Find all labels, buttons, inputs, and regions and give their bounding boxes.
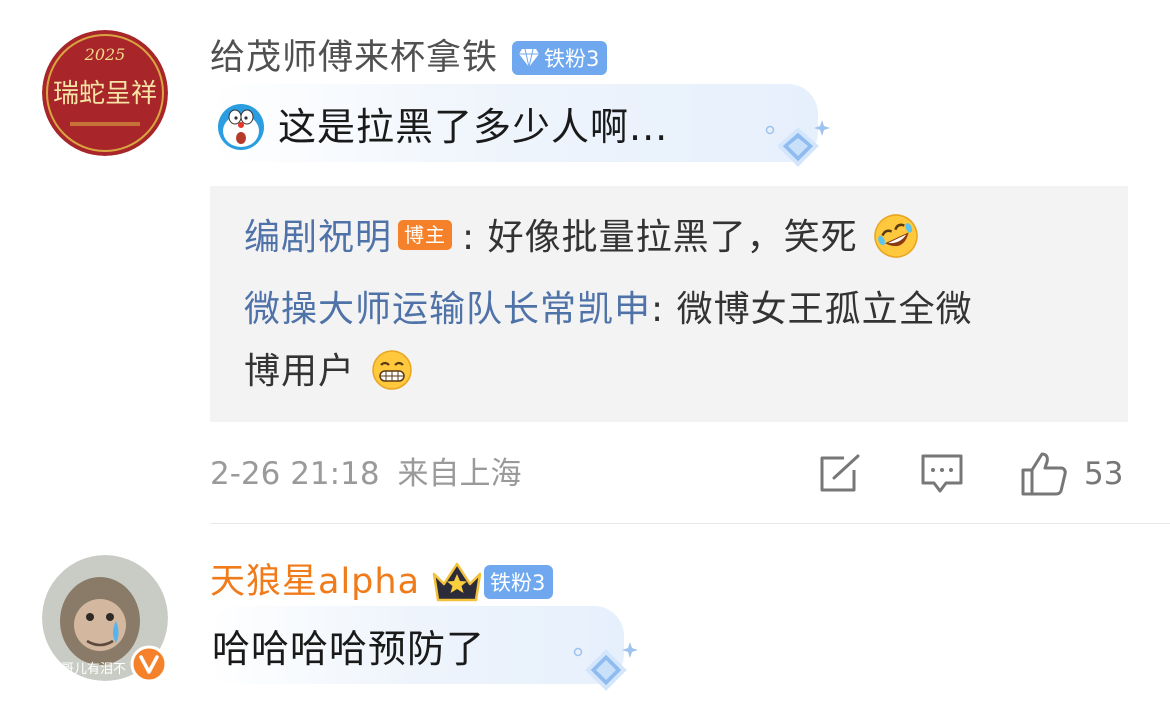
reply-text-continued: 博用户 xyxy=(244,348,413,396)
reply-username[interactable]: 编剧祝明 xyxy=(244,217,392,258)
comment-meta: 2-26 21:18 来自上海 xyxy=(210,452,540,496)
comment-icon xyxy=(921,454,963,493)
reply-separator: : xyxy=(651,289,665,330)
username[interactable]: 天狼星alpha xyxy=(210,560,420,604)
reply-box[interactable]: 编剧祝明 博主: 好像批量拉黑了，笑死 微操大师运输队长常凯申: 微博女王孤立全微… xyxy=(210,186,1128,422)
bubble-diamond-decoration-icon xyxy=(765,120,830,167)
comment-item: 2025 瑞蛇呈祥 给茂师傅来杯拿铁 铁粉3 这是拉黑了多少人啊... 编剧祝明… xyxy=(0,0,1170,524)
reply-separator: : xyxy=(462,217,476,258)
fan-badge[interactable]: 铁粉3 xyxy=(512,41,608,75)
comment-date: 2-26 21:18 xyxy=(210,456,380,492)
share-button[interactable] xyxy=(818,448,862,500)
avatar[interactable]: 2025 瑞蛇呈祥 xyxy=(42,30,168,156)
reply-username[interactable]: 微操大师运输队长常凯申 xyxy=(244,289,651,330)
reply-text: 微博女王孤立全微 xyxy=(676,289,973,330)
comment-location: 来自上海 xyxy=(397,456,522,492)
doraemon-emoji-icon xyxy=(218,104,264,150)
thumbs-up-icon xyxy=(1021,452,1067,496)
fan-badge-label: 铁粉3 xyxy=(544,47,600,71)
fan-badge[interactable]: 铁粉3 xyxy=(484,565,554,599)
svg-text:2025: 2025 xyxy=(84,45,126,64)
like-count: 53 xyxy=(1084,456,1124,492)
fan-badge-label: 铁粉3 xyxy=(490,571,546,595)
reply-item: 微操大师运输队长常凯申: 微博女王孤立全微 xyxy=(244,286,973,334)
verified-badge-icon xyxy=(130,645,168,683)
svg-text:瑞蛇呈祥: 瑞蛇呈祥 xyxy=(53,79,157,109)
grin-emoji-icon xyxy=(372,350,413,390)
edit-share-icon xyxy=(820,454,860,492)
comment-text: 哈哈哈哈预防了 xyxy=(212,627,486,671)
reply-text: 好像批量拉黑了，笑死 xyxy=(487,217,858,258)
username[interactable]: 给茂师傅来杯拿铁 xyxy=(210,36,498,80)
bubble-diamond-decoration-icon xyxy=(573,642,638,691)
reply-item: 编剧祝明 博主: 好像批量拉黑了，笑死 xyxy=(244,214,920,263)
avatar-image: 2025 瑞蛇呈祥 xyxy=(42,30,168,156)
blogger-tag: 博主 xyxy=(398,220,453,250)
name-row: 天狼星alpha 铁粉3 xyxy=(210,560,554,604)
rofl-emoji-icon xyxy=(874,214,918,258)
comment-button[interactable] xyxy=(920,448,964,500)
crown-icon xyxy=(432,562,482,602)
diamond-icon xyxy=(519,48,540,68)
reply-text: 博用户 xyxy=(244,351,356,392)
like-button[interactable]: 53 xyxy=(1020,448,1123,500)
comment-text: 这是拉黑了多少人啊... xyxy=(278,105,669,149)
